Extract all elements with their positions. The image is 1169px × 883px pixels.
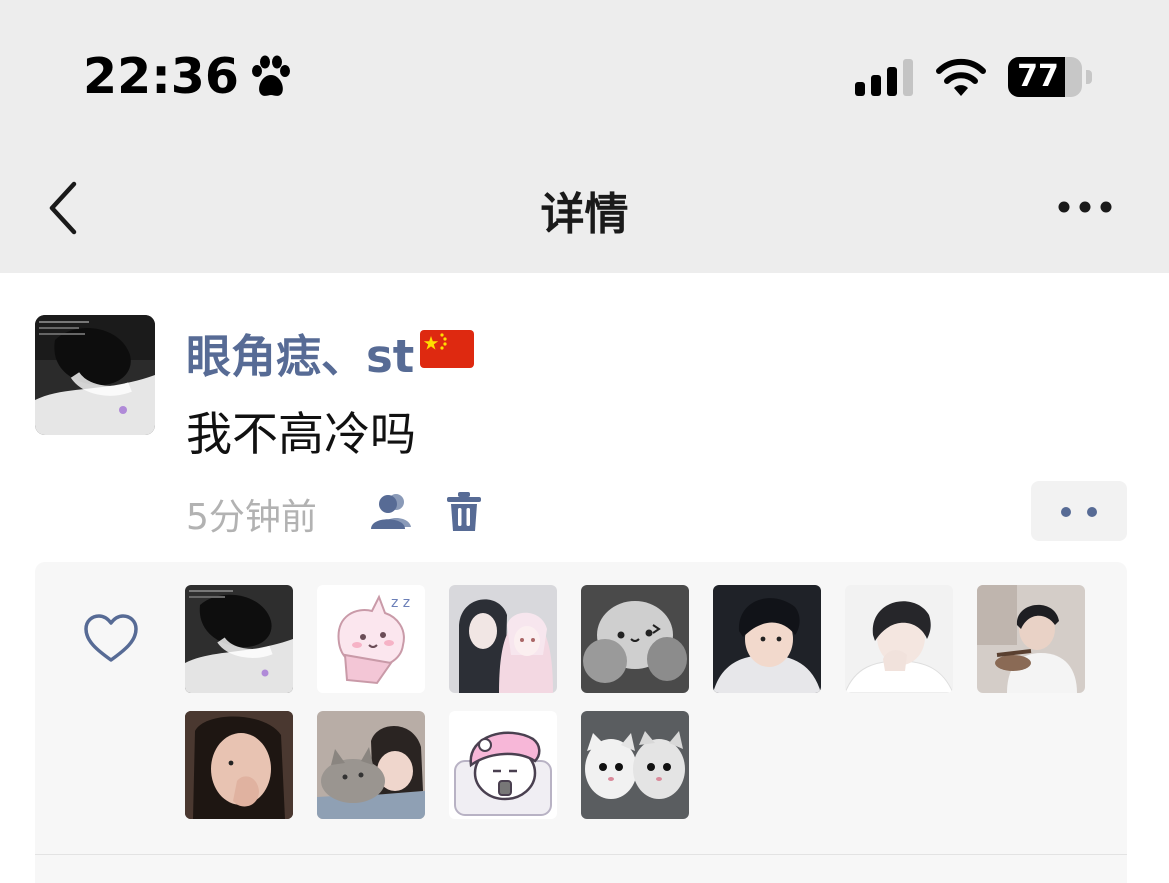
- svg-text:z z: z z: [391, 595, 410, 611]
- liker-avatar[interactable]: [977, 585, 1085, 693]
- liker-avatar[interactable]: [713, 585, 821, 693]
- like-comment-button[interactable]: [1031, 481, 1127, 541]
- wifi-icon: [935, 56, 987, 100]
- liker-avatar[interactable]: [449, 585, 557, 693]
- signal-icon: [855, 58, 913, 100]
- author-name-text: 眼角痣、st: [186, 330, 415, 383]
- dot-icon: [1087, 507, 1097, 517]
- post-content: 我不高冷吗: [186, 407, 416, 461]
- liker-avatar[interactable]: [581, 585, 689, 693]
- battery-icon: 77: [1008, 57, 1092, 97]
- author-avatar[interactable]: [35, 315, 155, 435]
- liker-avatar[interactable]: [185, 711, 293, 819]
- dot-icon: [1061, 507, 1071, 517]
- divider: [35, 854, 1127, 855]
- liker-avatar[interactable]: z z: [317, 585, 425, 693]
- liker-avatar[interactable]: [449, 711, 557, 819]
- liker-avatar[interactable]: [581, 711, 689, 819]
- liker-avatar[interactable]: [317, 711, 425, 819]
- battery-level-text: 77: [1017, 59, 1059, 94]
- paw-icon: [248, 54, 294, 104]
- author-name[interactable]: 眼角痣、st: [186, 320, 475, 385]
- liker-avatar[interactable]: [845, 585, 953, 693]
- group-icon[interactable]: [369, 491, 415, 535]
- china-flag-icon: [420, 326, 475, 379]
- trash-icon[interactable]: [446, 491, 482, 537]
- post-time: 5分钟前: [186, 497, 317, 538]
- liker-avatar[interactable]: [185, 585, 293, 693]
- page-title: 详情: [540, 189, 629, 240]
- status-time: 22:36: [83, 48, 239, 105]
- heart-icon: [83, 614, 139, 668]
- more-icon[interactable]: [1056, 199, 1114, 219]
